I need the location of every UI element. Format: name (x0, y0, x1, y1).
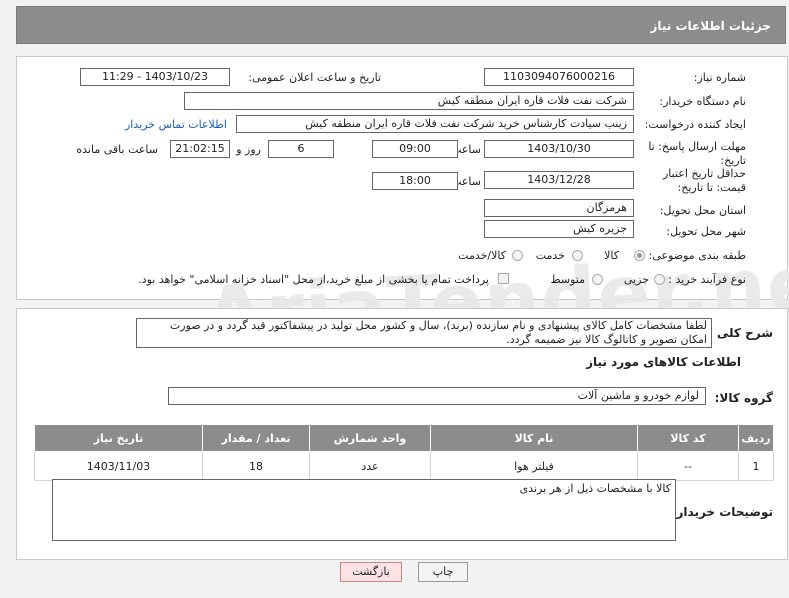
buyer-notes-textarea[interactable]: کالا با مشخصات ذیل از هر برندی (52, 479, 676, 541)
days-label: روز و (236, 143, 261, 156)
province-label: استان محل تحویل: (659, 204, 746, 217)
back-button[interactable]: بازگشت (340, 562, 402, 582)
category-option-goods: کالا (604, 249, 619, 262)
category-radio-goods-service[interactable] (512, 250, 523, 261)
validity-date-field[interactable]: 1403/12/28 (484, 171, 634, 189)
announce-label: تاریخ و ساعت اعلان عمومی: (248, 71, 381, 84)
cell-need-date: 1403/11/03 (34, 451, 203, 481)
deadline-date-field[interactable]: 1403/10/30 (484, 140, 634, 158)
goods-table: ردیف کد کالا نام کالا واحد شمارش تعداد /… (34, 424, 774, 481)
city-label: شهر محل تحویل: (666, 225, 746, 238)
page-title: جزئیات اطلاعات نیاز (650, 19, 771, 33)
treasury-payment-note: پرداخت تمام یا بخشی از مبلغ خرید،از محل … (138, 273, 489, 286)
validity-time-field[interactable]: 18:00 (372, 172, 458, 190)
buyer-contact-link[interactable]: اطلاعات تماس خریدار (125, 118, 227, 131)
process-option-minor: جزیی (623, 273, 649, 286)
process-radio-minor[interactable] (654, 274, 665, 285)
province-field[interactable]: هرمزگان (484, 199, 634, 217)
cell-goods-code: -- (637, 451, 739, 481)
buyer-label: نام دستگاه خریدار: (659, 95, 746, 108)
remaining-label: ساعت باقی مانده (76, 143, 158, 156)
creator-field[interactable]: زینب سیادت کارشناس خرید شرکت نفت فلات قا… (236, 115, 634, 133)
process-option-medium: متوسط (550, 273, 585, 286)
category-label: طبقه بندی موضوعی: (648, 249, 746, 262)
cell-unit: عدد (309, 451, 431, 481)
goods-table-header: ردیف کد کالا نام کالا واحد شمارش تعداد /… (34, 424, 774, 452)
col-unit: واحد شمارش (309, 424, 431, 452)
col-goods-code: کد کالا (637, 424, 739, 452)
creator-label: ایجاد کننده درخواست: (644, 118, 746, 131)
col-row-number: ردیف (738, 424, 774, 452)
announce-field[interactable]: 1403/10/23 - 11:29 (80, 68, 230, 86)
deadline-time-field[interactable]: 09:00 (372, 140, 458, 158)
days-field[interactable]: 6 (268, 140, 334, 158)
description-textarea[interactable]: لطفا مشخصات کامل کالای پیشنهادی و نام سا… (136, 318, 712, 348)
need-number-field[interactable]: 1103094076000216 (484, 68, 634, 86)
col-need-date: تاریخ نیاز (34, 424, 203, 452)
need-number-label: شماره نیاز: (693, 71, 746, 84)
col-quantity: تعداد / مقدار (202, 424, 310, 452)
print-button[interactable]: چاپ (418, 562, 468, 582)
validity-label: حداقل تاریخ اعتبار قیمت: تا تاریخ: (662, 167, 746, 194)
category-radio-goods[interactable] (634, 250, 645, 261)
process-label: نوع فرآیند خرید : (668, 273, 746, 286)
cell-row-number: 1 (738, 451, 774, 481)
treasury-payment-checkbox[interactable] (498, 273, 509, 284)
cell-goods-name: فیلتر هوا (430, 451, 638, 481)
category-option-service: خدمت (535, 249, 565, 262)
page-header: جزئیات اطلاعات نیاز (16, 6, 786, 44)
col-goods-name: نام کالا (430, 424, 638, 452)
process-radio-medium[interactable] (592, 274, 603, 285)
goods-group-label: گروه کالا: (714, 391, 773, 405)
category-radio-service[interactable] (572, 250, 583, 261)
goods-section-title: اطلاعات کالاهای مورد نیاز (586, 355, 741, 369)
buyer-field[interactable]: شرکت نفت فلات قاره ایران منطقه کیش (184, 92, 634, 110)
buyer-notes-label: توضیحات خریدار: (671, 505, 773, 519)
goods-group-field[interactable]: لوازم خودرو و ماشین آلات (168, 387, 706, 405)
category-option-goods-service: کالا/خدمت (458, 249, 506, 262)
remaining-time-field[interactable]: 21:02:15 (170, 140, 230, 158)
table-row[interactable]: 1 -- فیلتر هوا عدد 18 1403/11/03 (34, 451, 774, 481)
cell-quantity: 18 (202, 451, 310, 481)
city-field[interactable]: جزیره کیش (484, 220, 634, 238)
deadline-label: مهلت ارسال پاسخ: تا تاریخ: (648, 140, 746, 167)
